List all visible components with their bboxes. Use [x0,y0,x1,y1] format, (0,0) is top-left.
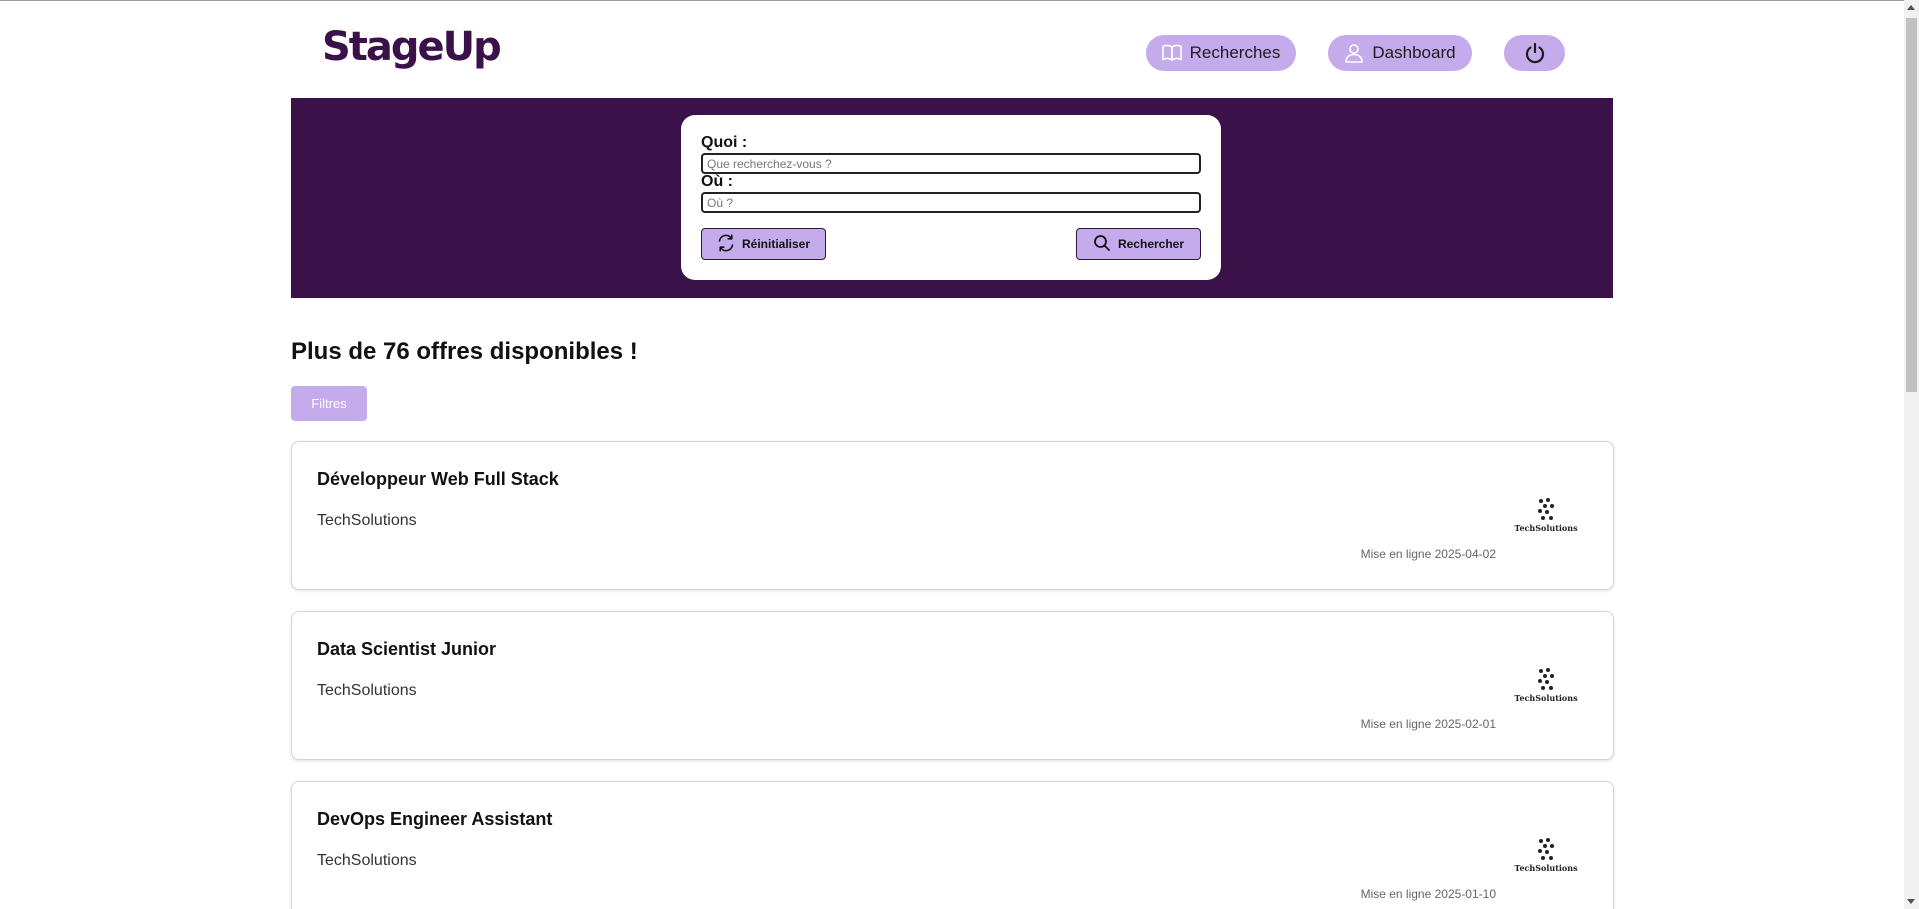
company-logo-text: TechSolutions [1514,523,1578,533]
company-logo: TechSolutions [1512,837,1580,875]
page-scrollbar[interactable] [1904,0,1919,909]
offer-title: DevOps Engineer Assistant [317,809,553,829]
offer-title: Développeur Web Full Stack [317,469,559,489]
company-logo: TechSolutions [1512,497,1580,535]
company-logo-text: TechSolutions [1514,693,1578,703]
results-count-heading: Plus de 76 offres disponibles ! [291,338,638,365]
offer-date: Mise en ligne 2025-02-01 [1360,717,1496,731]
offer-date: Mise en ligne 2025-01-10 [1360,887,1496,901]
dashboard-label: Dashboard [1372,43,1456,62]
ou-label: Où : [701,173,733,190]
reset-label: Réinitialiser [741,237,811,251]
filter-button[interactable]: Filtres [291,386,367,421]
power-icon [1524,42,1546,64]
dashboard-button[interactable]: Dashboard [1328,35,1472,71]
scrollbar-thumb[interactable] [1906,18,1917,392]
book-icon [1161,44,1182,62]
recherches-label: Recherches [1189,43,1281,62]
stageup-logo[interactable]: StageUp [322,22,502,78]
offer-card[interactable]: Développeur Web Full Stack TechSolutions… [291,441,1614,590]
search-button[interactable]: Rechercher [1076,228,1201,260]
refresh-icon [717,233,735,255]
offer-company: TechSolutions [317,512,417,529]
offer-date: Mise en ligne 2025-04-02 [1360,547,1496,561]
company-logo-text: TechSolutions [1514,863,1578,873]
recherches-button[interactable]: Recherches [1146,35,1296,71]
scroll-down-arrow-icon[interactable] [1907,899,1915,904]
offer-title: Data Scientist Junior [317,639,497,659]
offer-card[interactable]: DevOps Engineer Assistant TechSolutions … [291,781,1614,909]
quoi-input[interactable] [701,153,1201,174]
user-icon [1344,43,1364,63]
quoi-label: Quoi : [701,134,748,151]
logo-text: StageUp [322,24,502,70]
search-label: Rechercher [1117,237,1185,251]
scroll-up-arrow-icon[interactable] [1907,5,1915,10]
search-icon [1093,234,1111,255]
window-top-border [0,0,1919,1]
ou-input[interactable] [701,192,1201,213]
offer-company: TechSolutions [317,852,417,869]
company-logo: TechSolutions [1512,667,1580,705]
offer-card[interactable]: Data Scientist Junior TechSolutions Mise… [291,611,1614,760]
logout-button[interactable] [1504,35,1565,71]
offer-company: TechSolutions [317,682,417,699]
reset-button[interactable]: Réinitialiser [701,228,826,260]
